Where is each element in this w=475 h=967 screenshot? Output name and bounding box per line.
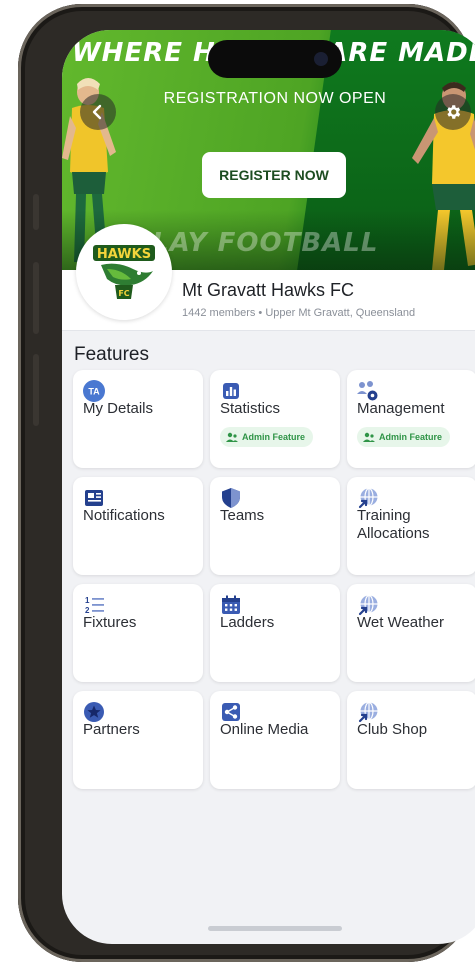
- hawks-crest-icon: HAWKS FC: [93, 245, 155, 299]
- share-icon: [222, 703, 240, 721]
- feature-label: Ladders: [220, 614, 275, 631]
- feature-card-teams[interactable]: Teams: [210, 477, 340, 575]
- feature-card-club-shop[interactable]: Club Shop: [347, 691, 475, 789]
- features-grid: TA My Details Statistics Admin Feature M…: [73, 370, 475, 789]
- user-initials: TA: [88, 387, 100, 397]
- feature-label: Club Shop: [357, 721, 428, 738]
- feature-label: Partners: [83, 721, 140, 738]
- register-now-button[interactable]: REGISTER NOW: [202, 152, 346, 198]
- feature-card-online-media[interactable]: Online Media: [210, 691, 340, 789]
- feature-card-ladders[interactable]: Ladders: [210, 584, 340, 682]
- admin-feature-badge: Admin Feature: [220, 427, 314, 447]
- feature-card-partners[interactable]: Partners: [73, 691, 203, 789]
- feature-label: Statistics: [220, 400, 281, 417]
- shield-icon: [222, 488, 240, 508]
- feature-card-notifications[interactable]: Notifications: [73, 477, 203, 575]
- feature-label: Wet Weather: [357, 614, 444, 631]
- user-initials-icon: TA: [83, 380, 105, 402]
- feature-card-training-allocations[interactable]: Training Allocations: [347, 477, 475, 575]
- feature-label: Fixtures: [83, 614, 137, 631]
- newspaper-icon: [85, 490, 103, 506]
- feature-card-statistics[interactable]: Statistics Admin Feature: [210, 370, 340, 468]
- back-button[interactable]: [80, 94, 116, 130]
- club-name: Mt Gravatt Hawks FC: [182, 280, 355, 300]
- club-logo: HAWKS FC: [76, 224, 172, 320]
- feature-card-management[interactable]: Management Admin Feature: [347, 370, 475, 468]
- globe-link-icon: [358, 594, 378, 616]
- badge-label: Admin Feature: [379, 432, 443, 442]
- feature-card-wet-weather[interactable]: Wet Weather: [347, 584, 475, 682]
- admin-users-icon: [226, 432, 238, 442]
- settings-button[interactable]: [435, 94, 471, 130]
- calendar-icon: [222, 595, 240, 614]
- feature-label: Notifications: [83, 507, 165, 524]
- people-gear-icon: [357, 381, 378, 401]
- home-indicator[interactable]: [208, 926, 342, 931]
- feature-label: Online Media: [220, 721, 309, 738]
- gear-icon: [447, 105, 461, 119]
- features-heading: Features: [74, 344, 149, 365]
- dynamic-island: [208, 40, 342, 78]
- app-screen: WHERE HEROES ARE MADE: [62, 30, 475, 944]
- admin-users-icon: [363, 432, 375, 442]
- logo-text: HAWKS: [97, 247, 151, 262]
- action-button: [33, 194, 39, 230]
- svg-text:1: 1: [85, 596, 90, 605]
- phone-frame: WHERE HEROES ARE MADE: [18, 4, 475, 962]
- logo-subtext: FC: [118, 289, 129, 298]
- volume-up-button: [33, 262, 39, 334]
- feature-label: My Details: [83, 400, 154, 417]
- star-icon: [84, 702, 104, 722]
- feature-card-fixtures[interactable]: 1 2 Fixtures: [73, 584, 203, 682]
- chevron-left-icon: [92, 104, 102, 120]
- club-meta: 1442 members • Upper Mt Gravatt, Queensl…: [182, 307, 416, 319]
- feature-label: Training Allocations: [357, 507, 430, 542]
- feature-label: Management: [357, 400, 445, 417]
- globe-link-icon: [358, 487, 378, 509]
- globe-link-icon: [358, 701, 378, 723]
- volume-down-button: [33, 354, 39, 426]
- numbered-list-icon: 1 2: [85, 596, 104, 615]
- feature-card-my-details[interactable]: TA My Details: [73, 370, 203, 468]
- bar-chart-icon: [223, 383, 239, 399]
- badge-label: Admin Feature: [242, 432, 306, 442]
- feature-label: Teams: [220, 507, 265, 524]
- admin-feature-badge: Admin Feature: [357, 427, 451, 447]
- banner-subtitle: REGISTRATION NOW OPEN: [163, 90, 387, 107]
- banner-footer-text: PLAY FOOTBALL: [132, 228, 379, 258]
